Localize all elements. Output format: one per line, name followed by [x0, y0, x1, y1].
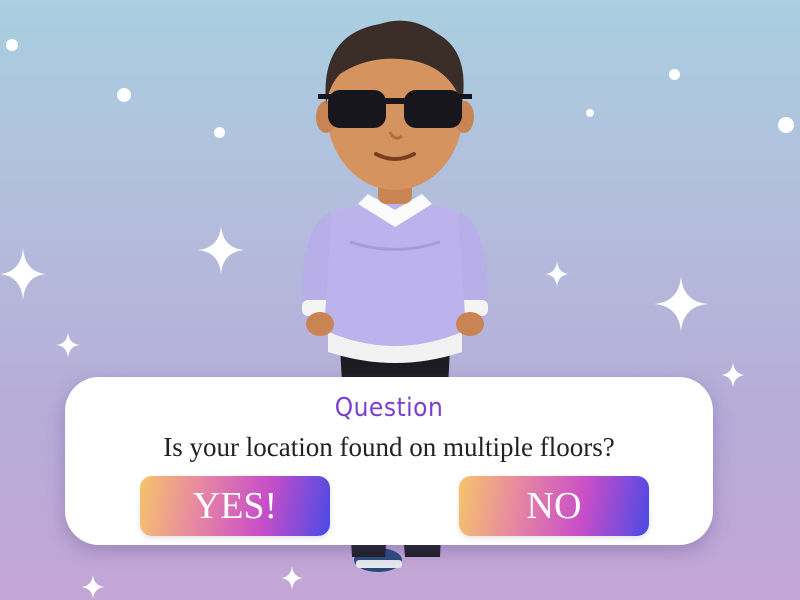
dialog-question: Is your location found on multiple floor…: [163, 432, 615, 462]
no-button[interactable]: NO: [459, 476, 649, 536]
star-dot: [778, 117, 794, 133]
star-dot: [586, 109, 594, 117]
star-dot: [6, 39, 18, 51]
star-dot: [669, 69, 680, 80]
yes-button[interactable]: YES!: [140, 476, 330, 536]
sparkle-icon: [721, 362, 745, 388]
sparkle-icon: [545, 261, 569, 287]
sparkle-icon: [81, 575, 105, 599]
star-dot: [214, 127, 225, 138]
dialog-title: Question: [334, 393, 444, 423]
sparkle-icon: [654, 276, 708, 332]
sparkle-icon: [198, 226, 244, 274]
sparkle-icon: [56, 332, 80, 358]
star-dot: [117, 88, 131, 102]
sparkle-icon: [0, 248, 46, 300]
question-dialog: Question Is your location found on multi…: [65, 377, 713, 545]
